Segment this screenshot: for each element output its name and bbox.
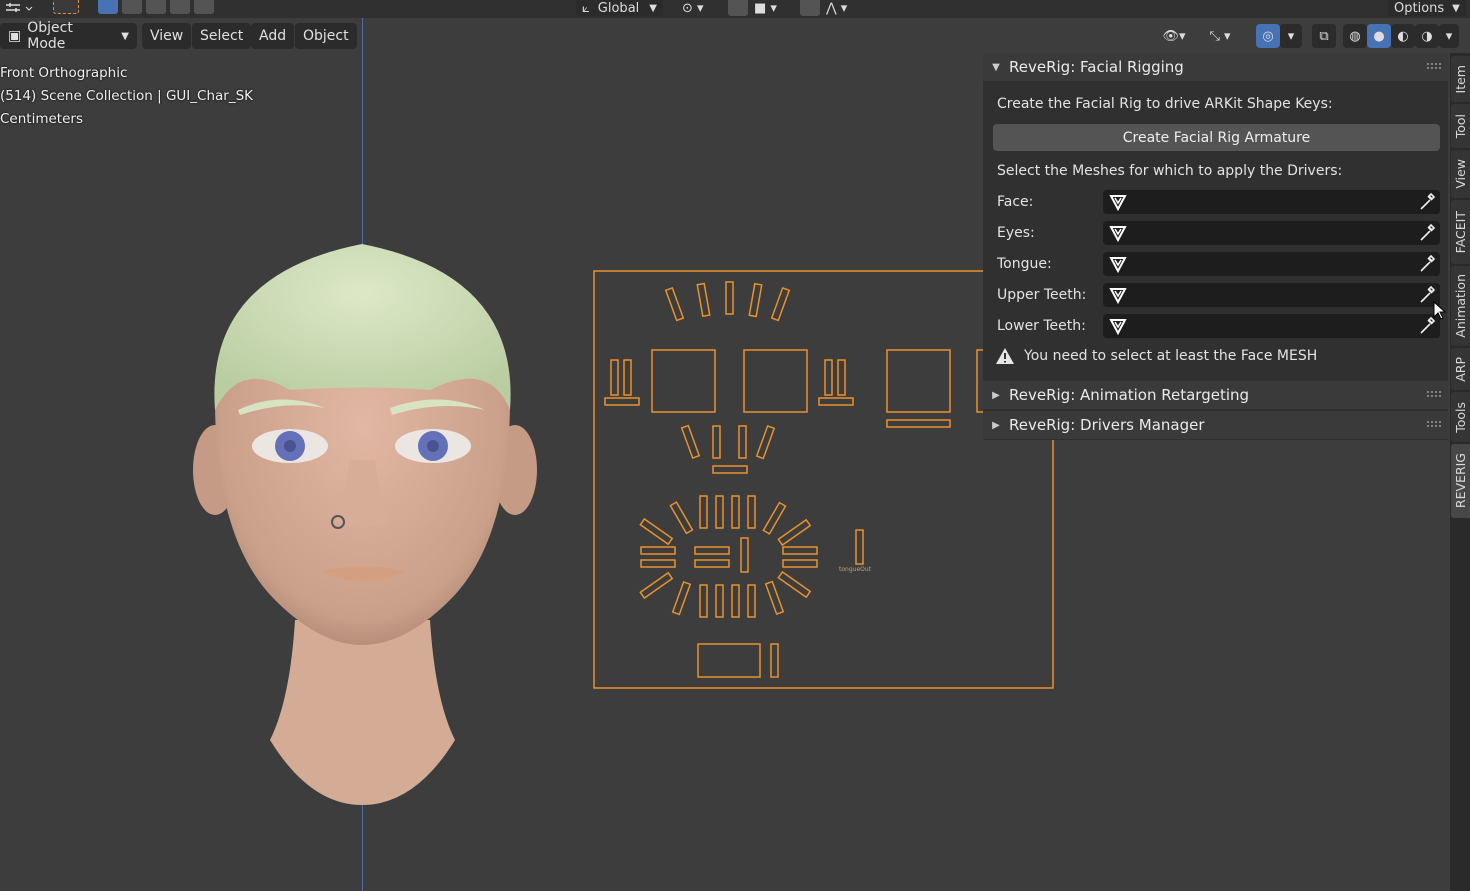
eyes-field-label: Eyes:: [997, 225, 1035, 241]
tab-faceit[interactable]: FACEIT: [1451, 200, 1470, 264]
panel-animation-retargeting-header[interactable]: ▶ ReveRig: Animation Retargeting: [983, 381, 1448, 409]
proportional-edit-icon[interactable]: [800, 0, 820, 16]
tab-view[interactable]: View: [1451, 150, 1470, 198]
select-mode-new-icon[interactable]: [98, 0, 118, 14]
view-name: Front Orthographic: [0, 65, 128, 81]
material-shading-icon[interactable]: ◐: [1391, 24, 1415, 48]
top-toolbar: ⟀ Global ▼ ⊙ ▾ ■ ▾ ⋀ ▾ Options ▼: [0, 0, 1470, 18]
tab-reverig[interactable]: REVERIG: [1451, 444, 1470, 518]
eyedropper-icon[interactable]: [1418, 254, 1436, 274]
face-mesh-field[interactable]: [1103, 190, 1440, 214]
chevron-down-icon[interactable]: ▾: [1280, 24, 1302, 48]
create-rig-description: Create the Facial Rig to drive ARKit Sha…: [997, 96, 1333, 112]
falloff-icon: ⋀ ▾: [826, 0, 848, 16]
mesh-icon: [1109, 226, 1127, 242]
gizmo-icon[interactable]: ⤡ ▾: [1200, 24, 1240, 48]
tab-animation[interactable]: Animation: [1451, 266, 1470, 346]
face-field-label: Face:: [997, 194, 1034, 210]
warning-icon: [996, 348, 1014, 364]
lower-teeth-mesh-field[interactable]: [1103, 314, 1440, 338]
transform-orientation-dropdown[interactable]: ⟀ Global ▼: [576, 0, 663, 16]
upper-teeth-mesh-field[interactable]: [1103, 283, 1440, 307]
solid-shading-icon[interactable]: ●: [1367, 24, 1391, 48]
pivot-point-dropdown[interactable]: ⊙ ▾: [682, 0, 704, 16]
eyedropper-icon[interactable]: [1418, 192, 1436, 212]
mode-label: Object Mode: [27, 20, 73, 52]
tab-label: Tools: [1453, 401, 1468, 433]
panel-title: ReveRig: Drivers Manager: [1009, 416, 1205, 434]
snap-target-dropdown[interactable]: ■ ▾: [754, 0, 777, 16]
eyedropper-icon[interactable]: [1418, 223, 1436, 243]
tab-item[interactable]: Item: [1451, 56, 1470, 102]
panel-title: ReveRig: Animation Retargeting: [1009, 386, 1250, 404]
select-mode-subtract-icon[interactable]: [146, 0, 166, 14]
drag-grip-icon[interactable]: [1426, 62, 1442, 70]
menu-select[interactable]: Select: [192, 23, 252, 49]
tab-label: Item: [1453, 64, 1468, 94]
tongue-mesh-field[interactable]: [1103, 252, 1440, 276]
collapsed-triangle-icon: ▶: [992, 389, 1000, 401]
expanded-triangle-icon: ▼: [992, 61, 1000, 73]
mesh-icon: [1109, 288, 1127, 304]
panel-facial-rigging-header[interactable]: ▼ ReveRig: Facial Rigging: [983, 53, 1448, 81]
select-mode-intersect-icon[interactable]: [194, 0, 214, 14]
tab-label: View: [1453, 159, 1468, 189]
collapsed-triangle-icon: ▶: [992, 419, 1000, 431]
drag-grip-icon[interactable]: [1426, 420, 1442, 428]
tab-label: REVERIG: [1453, 453, 1468, 509]
tab-label: Animation: [1453, 274, 1468, 338]
orientation-axis-icon: ⟀: [582, 0, 590, 16]
wireframe-shading-icon[interactable]: ◍: [1343, 24, 1367, 48]
overlays-icon[interactable]: ◎: [1256, 24, 1280, 48]
mesh-icon: [1109, 319, 1127, 335]
mesh-icon: [1109, 257, 1127, 273]
options-dropdown[interactable]: Options ▼: [1388, 0, 1466, 16]
menu-view[interactable]: View: [142, 23, 192, 49]
mesh-icon: [1109, 195, 1127, 211]
tab-label: Tool: [1453, 113, 1468, 139]
visibility-icon[interactable]: 👁▾: [1155, 24, 1193, 48]
tab-tool[interactable]: Tool: [1451, 104, 1470, 148]
drag-grip-icon[interactable]: [1426, 390, 1442, 398]
xray-icon[interactable]: ⧉: [1312, 24, 1336, 48]
menu-object[interactable]: Object: [295, 23, 357, 49]
upper-teeth-field-label: Upper Teeth:: [997, 287, 1087, 303]
warning-text: You need to select at least the Face MES…: [1024, 348, 1318, 364]
rendered-shading-icon[interactable]: ◑: [1415, 24, 1439, 48]
select-tool-icon[interactable]: [53, 0, 79, 14]
panel-title: ReveRig: Facial Rigging: [1009, 58, 1184, 76]
lower-teeth-field-label: Lower Teeth:: [997, 318, 1086, 334]
pivot-icon: ⊙ ▾: [682, 0, 704, 16]
chevron-down-icon[interactable]: ▾: [1439, 24, 1459, 48]
select-mode-invert-icon[interactable]: [170, 0, 190, 14]
chevron-down-icon: ▼: [1452, 2, 1460, 14]
editor-type-icon[interactable]: [4, 0, 34, 16]
menu-add[interactable]: Add: [251, 23, 295, 49]
orientation-label: Global: [597, 0, 640, 16]
tongue-out-label: tongueOut: [839, 566, 872, 573]
mouse-cursor-icon: [1433, 301, 1447, 320]
select-mode-extend-icon[interactable]: [122, 0, 142, 14]
snap-target-icon: ■ ▾: [754, 0, 777, 16]
panel-drivers-manager-header[interactable]: ▶ ReveRig: Drivers Manager: [983, 411, 1448, 439]
tab-arp[interactable]: ARP: [1451, 348, 1470, 390]
falloff-dropdown[interactable]: ⋀ ▾: [826, 0, 847, 16]
chevron-down-icon: ▼: [121, 30, 129, 42]
tab-label: ARP: [1453, 356, 1468, 382]
object-mode-icon: ▣: [8, 28, 22, 44]
collection-info: (514) Scene Collection | GUI_Char_SK: [0, 88, 253, 104]
options-label: Options: [1394, 0, 1445, 16]
mode-dropdown[interactable]: ▣ Object Mode ▼: [0, 20, 137, 52]
units-label: Centimeters: [0, 111, 83, 127]
warning-message: You need to select at least the Face MES…: [995, 347, 1317, 365]
snap-icon[interactable]: [728, 0, 748, 16]
create-facial-rig-button[interactable]: Create Facial Rig Armature: [993, 124, 1440, 151]
select-meshes-description: Select the Meshes for which to apply the…: [997, 163, 1343, 179]
tab-label: FACEIT: [1453, 210, 1468, 254]
tongue-field-label: Tongue:: [997, 256, 1052, 272]
eyes-mesh-field[interactable]: [1103, 221, 1440, 245]
tab-tools[interactable]: Tools: [1451, 392, 1470, 442]
character-head[interactable]: [190, 240, 540, 810]
chevron-down-icon: ▼: [649, 2, 657, 14]
